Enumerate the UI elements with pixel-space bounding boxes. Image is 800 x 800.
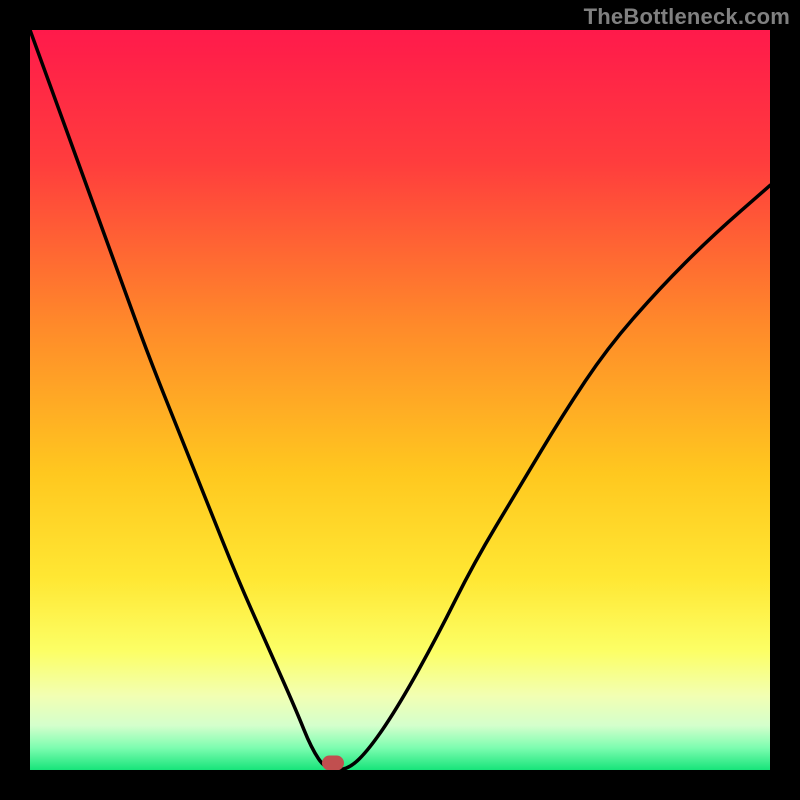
chart-frame: TheBottleneck.com (0, 0, 800, 800)
curve-line (30, 30, 770, 770)
watermark-text: TheBottleneck.com (584, 4, 790, 30)
plot-area (30, 30, 770, 770)
optimal-point-marker (322, 755, 344, 770)
